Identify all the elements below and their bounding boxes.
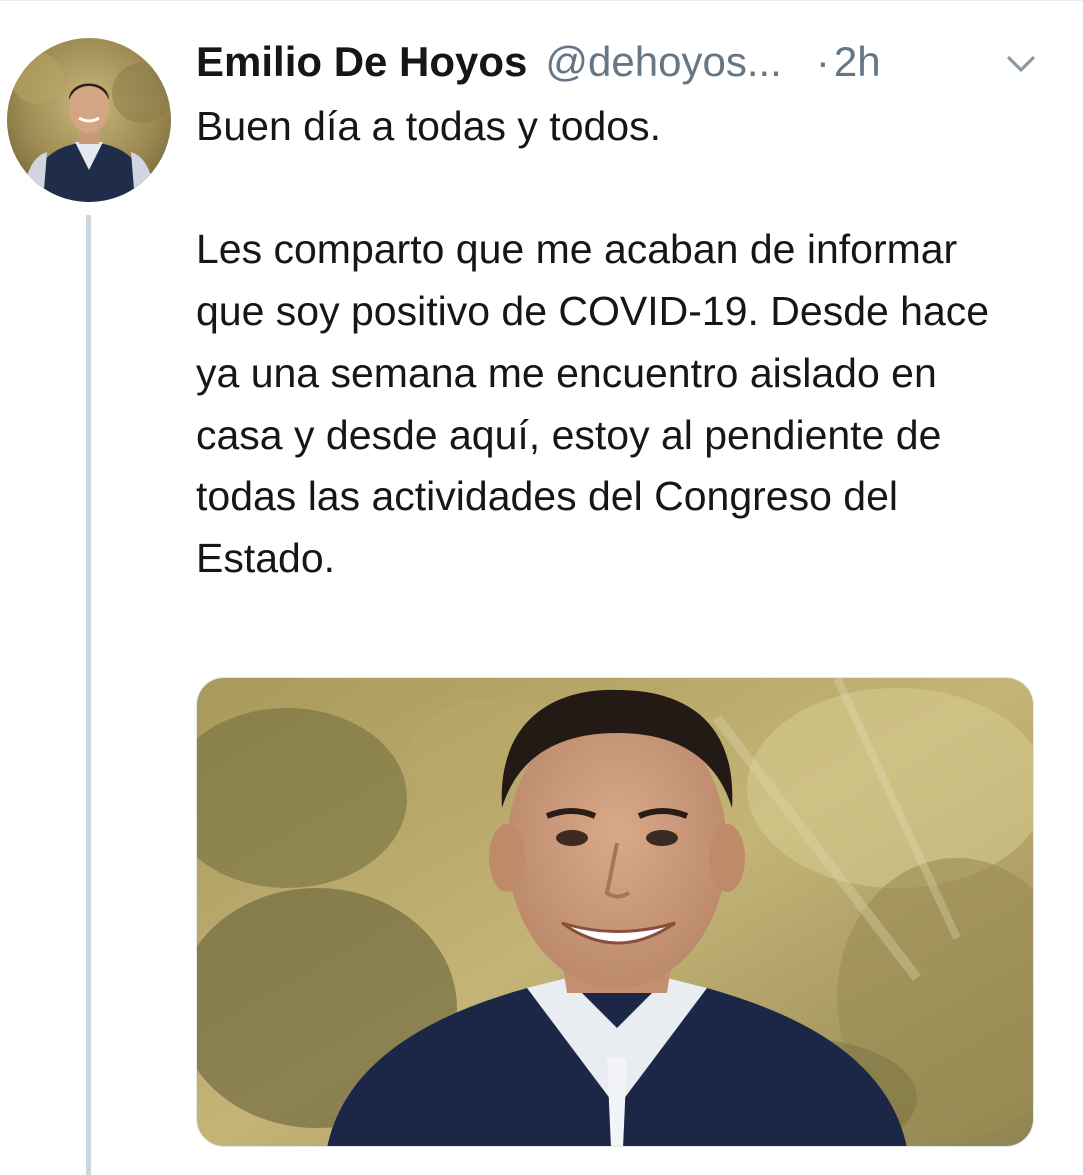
divider xyxy=(0,0,1083,1)
timestamp[interactable]: 2h xyxy=(834,38,881,86)
tweet[interactable]: Emilio De Hoyos @dehoyos... · 2h Buen dí… xyxy=(0,0,1083,1175)
tweet-text: Buen día a todas y todos. Les comparto q… xyxy=(196,96,1026,590)
tweet-header: Emilio De Hoyos @dehoyos... · 2h xyxy=(196,34,1056,90)
tweet-paragraph-2: Les comparto que me acaban de informar q… xyxy=(196,226,990,581)
avatar-photo xyxy=(7,38,171,202)
avatar[interactable] xyxy=(7,38,171,202)
author-handle[interactable]: @dehoyos... xyxy=(545,38,781,86)
author-name[interactable]: Emilio De Hoyos xyxy=(196,38,527,86)
tweet-media-photo[interactable] xyxy=(196,677,1034,1147)
tweet-paragraph-1: Buen día a todas y todos. xyxy=(196,103,661,149)
photo-image xyxy=(197,678,1033,1146)
thread-line xyxy=(86,215,91,1175)
separator-dot: · xyxy=(815,38,830,85)
chevron-down-icon[interactable] xyxy=(1000,42,1042,84)
